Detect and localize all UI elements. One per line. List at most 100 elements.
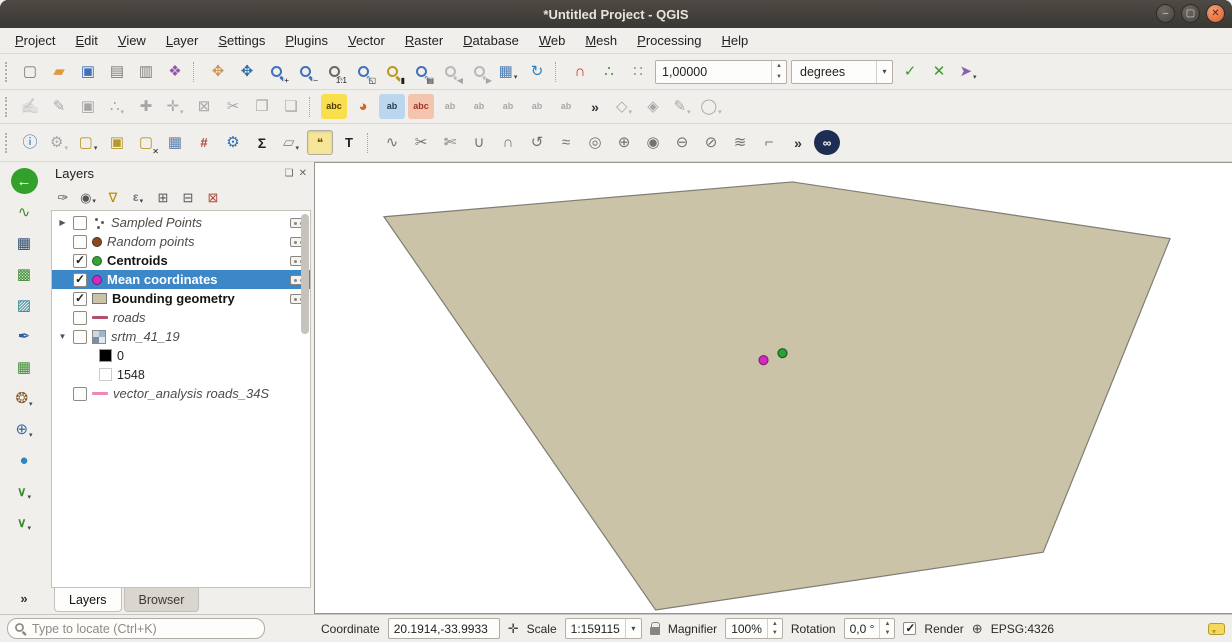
add-part-icon[interactable]: ⊕	[611, 130, 637, 155]
chevron-down-icon[interactable]: ▾	[973, 74, 977, 84]
layer-row-vector-analysis-roads[interactable]: vector_analysis roads_34S	[52, 384, 310, 403]
menu-settings[interactable]: Settings	[209, 30, 274, 51]
spinner-arrows[interactable]: ▲▼	[771, 61, 786, 83]
spin-down-icon[interactable]: ▼	[768, 629, 782, 639]
layer-row-mean-coordinates[interactable]: Mean coordinates	[52, 270, 310, 289]
rotate-feature-icon[interactable]: ↺	[524, 130, 550, 155]
delete-part-icon[interactable]: ⊘	[698, 130, 724, 155]
sphere-tool-icon[interactable]: ●	[11, 447, 38, 473]
select-by-value-icon[interactable]: ▣	[104, 130, 130, 155]
spin-up-icon[interactable]: ▲	[880, 619, 894, 629]
chevron-down-icon[interactable]: ▾	[28, 494, 32, 504]
snapping-options-icon[interactable]: ∩	[567, 59, 593, 84]
menu-mesh[interactable]: Mesh	[576, 30, 626, 51]
vector-trace-icon[interactable]: ∿	[11, 199, 38, 225]
back-arrow-icon[interactable]: ←	[11, 168, 38, 194]
reshape-features-icon[interactable]: ∿	[379, 130, 405, 155]
snapping-tolerance-spinbox[interactable]: 1,00000 ▲▼	[655, 60, 787, 84]
locate-input[interactable]	[7, 618, 265, 639]
snapping-grid-icon[interactable]: ∷	[625, 59, 651, 84]
mesh-transform-icon[interactable]: ◈	[640, 94, 666, 119]
extents-toggle-icon[interactable]: ✛	[508, 621, 519, 637]
locate-search[interactable]	[7, 618, 265, 639]
chevron-down-icon[interactable]: ▾	[29, 401, 33, 411]
layer-checkbox[interactable]	[73, 387, 87, 401]
toggle-editing-icon[interactable]: ✎	[46, 94, 72, 119]
globe-icon[interactable]: ⊕	[972, 621, 983, 637]
snapping-units-combo[interactable]: degrees ▾	[791, 60, 893, 84]
binoculars-icon[interactable]: ∞	[814, 130, 840, 155]
refresh-map-icon[interactable]: ↻	[524, 59, 550, 84]
layer-checkbox[interactable]	[73, 311, 87, 325]
chevron-down-icon[interactable]: ▾	[625, 619, 641, 638]
chevron-down-icon[interactable]: ▾	[180, 109, 184, 119]
paste-features-icon[interactable]: ❏	[278, 94, 304, 119]
crs-label[interactable]: EPSG:4326	[991, 622, 1054, 636]
scrollbar[interactable]	[301, 214, 309, 334]
vertex-tool-icon[interactable]: ✛▾	[162, 94, 188, 119]
titlebar[interactable]: *Untitled Project - QGIS – ▢ ✕	[0, 0, 1232, 28]
change-label-icon[interactable]: ab	[553, 94, 579, 119]
enable-tracing-icon[interactable]: ✓	[897, 59, 923, 84]
georeferencer-icon[interactable]: ▦	[11, 230, 38, 256]
layer-checkbox[interactable]	[73, 235, 87, 249]
save-project-icon[interactable]: ▣	[75, 59, 101, 84]
profile-tool-icon[interactable]: ∨▾	[11, 478, 38, 504]
annotation-tools-icon[interactable]: ✎▾	[669, 94, 695, 119]
offset-curve-icon[interactable]: ≋	[727, 130, 753, 155]
toolbar-drag-handle[interactable]	[5, 62, 10, 82]
text-annotation-icon[interactable]: T	[336, 130, 362, 155]
toolbar-overflow-icon[interactable]: »	[785, 130, 811, 155]
zoom-to-selection-icon[interactable]: ▮	[379, 59, 405, 84]
menu-layer[interactable]: Layer	[157, 30, 208, 51]
zoom-native-icon[interactable]: 1:1	[321, 59, 347, 84]
copy-features-icon[interactable]: ❐	[249, 94, 275, 119]
menu-processing[interactable]: Processing	[628, 30, 710, 51]
magnifier-spinbox[interactable]: 100% ▲▼	[725, 618, 783, 639]
chevron-down-icon[interactable]: ▾	[64, 145, 68, 155]
layer-row-random-points[interactable]: Random points	[52, 232, 310, 251]
close-button[interactable]: ✕	[1206, 4, 1225, 23]
remove-layer-icon[interactable]: ⊠	[202, 186, 224, 208]
menu-help[interactable]: Help	[712, 30, 757, 51]
feature-action-icon[interactable]: ⚙▾	[46, 130, 72, 155]
snapping-intersection-icon[interactable]: ✕	[926, 59, 952, 84]
split-parts-icon[interactable]: ✄	[437, 130, 463, 155]
measure-icon[interactable]: ▱▾	[278, 130, 304, 155]
open-project-icon[interactable]: ▰	[46, 59, 72, 84]
close-panel-icon[interactable]: ✕	[299, 168, 307, 179]
statistics-panel-icon[interactable]: Σ	[249, 130, 275, 155]
expand-all-icon[interactable]: ⊞	[152, 186, 174, 208]
spin-up-icon[interactable]: ▲	[772, 61, 786, 72]
open-attribute-table-icon[interactable]: ▦	[162, 130, 188, 155]
toolbar-overflow-icon[interactable]: »	[582, 94, 608, 119]
zoom-to-layer-icon[interactable]: ▤	[408, 59, 434, 84]
pen-tool-icon[interactable]: ✒	[11, 323, 38, 349]
deselect-features-icon[interactable]: ▢✕	[133, 130, 159, 155]
menu-view[interactable]: View	[109, 30, 155, 51]
toolbar-drag-handle[interactable]	[5, 97, 10, 117]
cut-features-icon[interactable]: ✂	[220, 94, 246, 119]
chevron-down-icon[interactable]: ▾	[121, 109, 125, 119]
select-features-icon[interactable]: ▢▾	[75, 130, 101, 155]
layer-row-roads[interactable]: roads	[52, 308, 310, 327]
zoom-last-icon[interactable]: ◀	[437, 59, 463, 84]
layer-styling-icon[interactable]: ✑	[52, 186, 74, 208]
render-checkbox[interactable]	[903, 622, 916, 635]
rotation-spinbox[interactable]: 0,0 ° ▲▼	[844, 618, 896, 639]
labeling-single-icon[interactable]: ab	[379, 94, 405, 119]
toolbar-overflow-icon[interactable]: »	[20, 591, 27, 606]
add-ring-icon[interactable]: ◎	[582, 130, 608, 155]
chevron-down-icon[interactable]: ▾	[28, 525, 32, 535]
map-canvas[interactable]	[314, 162, 1232, 614]
delete-selected-icon[interactable]: ⊠	[191, 94, 217, 119]
zoom-in-icon[interactable]: +	[263, 59, 289, 84]
mesh-digitizing-icon[interactable]: ◇▾	[611, 94, 637, 119]
messages-icon[interactable]	[1208, 623, 1225, 635]
layer-checkbox[interactable]	[73, 216, 87, 230]
current-edits-icon[interactable]: ✍	[17, 94, 43, 119]
menu-database[interactable]: Database	[454, 30, 528, 51]
interpolation-icon[interactable]: ▨	[11, 292, 38, 318]
chevron-down-icon[interactable]: ▾	[140, 198, 144, 208]
section-tool-icon[interactable]: ∨▾	[11, 509, 38, 535]
